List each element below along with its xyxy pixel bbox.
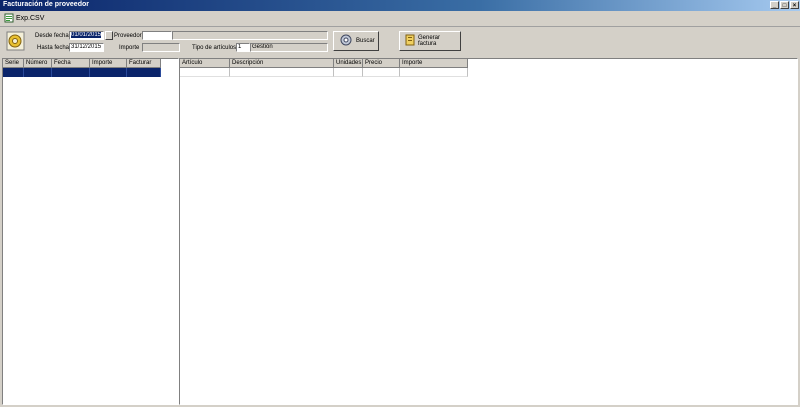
proveedor-name-field — [172, 31, 328, 40]
hasta-fecha-label: Hasta fecha — [37, 45, 70, 51]
importe-label: Importe — [119, 45, 140, 51]
hasta-fecha-input[interactable]: 31/12/2015 — [69, 43, 104, 52]
desde-fecha-label: Desde fecha — [35, 33, 69, 39]
table-row[interactable] — [180, 68, 468, 77]
column-serie[interactable]: Serie — [3, 59, 24, 68]
desde-fecha-dropdown-button[interactable] — [105, 31, 113, 40]
csv-icon — [4, 13, 14, 25]
tipo-articulos-code-input[interactable]: 1 — [236, 43, 250, 52]
export-csv-label: Exp.CSV — [16, 15, 45, 22]
table-row[interactable] — [3, 68, 161, 77]
invoices-grid-header: Serie Número Fecha Importe Facturar — [3, 59, 161, 68]
tipo-articulos-label: Tipo de artículos — [192, 45, 237, 51]
desde-fecha-input[interactable]: 01/01/2015 — [69, 31, 104, 40]
export-csv-menu[interactable]: Exp.CSV — [4, 13, 44, 24]
search-gear-icon — [339, 33, 353, 49]
generar-factura-button[interactable]: Generar factura — [399, 31, 461, 51]
column-fecha[interactable]: Fecha — [52, 59, 90, 68]
column-numero[interactable]: Número — [24, 59, 52, 68]
buscar-button[interactable]: Buscar — [333, 31, 379, 51]
proveedor-code-input[interactable] — [142, 31, 172, 40]
maximize-button[interactable]: □ — [780, 1, 789, 9]
invoice-document-icon — [405, 34, 415, 48]
tipo-articulos-name-field: Gestión — [250, 43, 328, 52]
importe-field — [142, 43, 180, 52]
proveedor-label: Proveedor — [114, 33, 142, 39]
invoice-gear-icon — [5, 30, 27, 54]
buscar-button-label: Buscar — [356, 38, 375, 44]
column-importe-articulo[interactable]: Importe — [400, 59, 468, 68]
close-button[interactable]: × — [790, 1, 799, 9]
column-precio[interactable]: Precio — [363, 59, 400, 68]
title-bar: Facturación de proveedor _ □ × — [0, 0, 800, 11]
column-articulo[interactable]: Artículo — [180, 59, 230, 68]
filter-toolbar: Desde fecha 01/01/2015 Proveedor Hasta f… — [0, 27, 800, 57]
column-importe[interactable]: Importe — [90, 59, 127, 68]
invoices-grid[interactable]: Serie Número Fecha Importe Facturar — [2, 58, 179, 405]
window-title: Facturación de proveedor — [3, 1, 89, 8]
column-descripcion[interactable]: Descripción — [230, 59, 334, 68]
column-unidades[interactable]: Unidades — [334, 59, 363, 68]
menu-bar: Exp.CSV — [0, 11, 800, 27]
minimize-button[interactable]: _ — [770, 1, 779, 9]
column-facturar[interactable]: Facturar — [127, 59, 161, 68]
articles-grid[interactable]: Artículo Descripción Unidades Precio Imp… — [179, 58, 798, 405]
articles-grid-header: Artículo Descripción Unidades Precio Imp… — [180, 59, 468, 68]
generar-factura-label: Generar factura — [418, 35, 441, 47]
